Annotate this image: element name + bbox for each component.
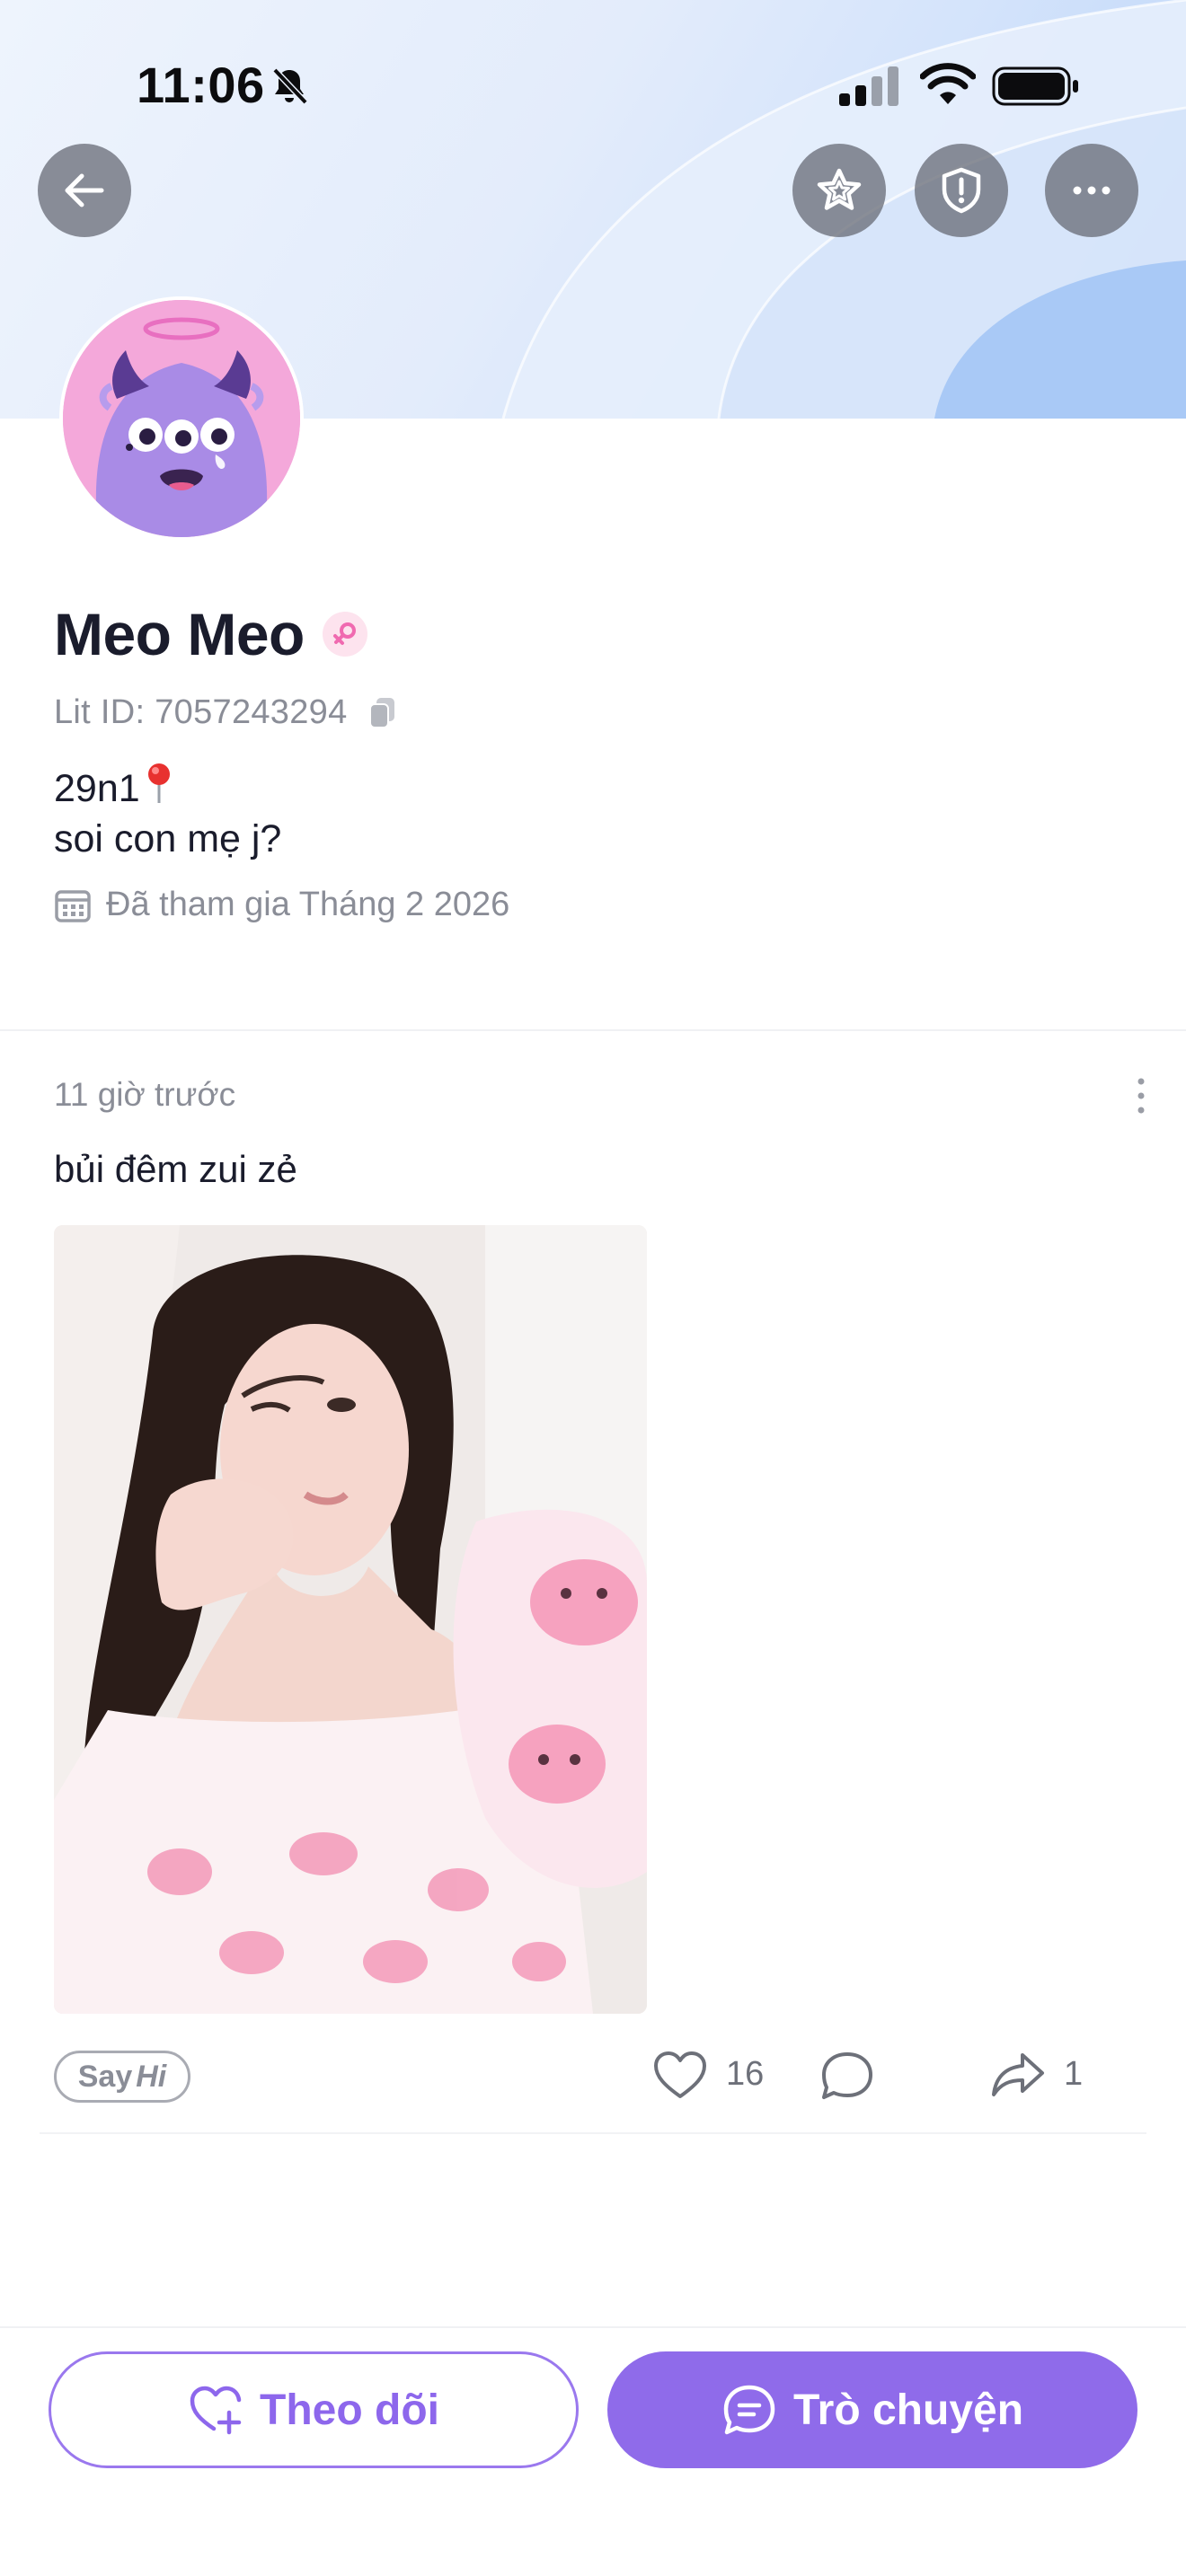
joined-date: Đã tham gia Tháng 2 2026 — [106, 886, 510, 923]
more-horizontal-icon — [1073, 186, 1111, 195]
bio-line-2: soi con mẹ j? — [54, 817, 282, 860]
post-divider — [40, 2132, 1146, 2134]
follow-button[interactable]: Theo dõi — [49, 2351, 579, 2468]
post-image[interactable] — [54, 1225, 647, 2014]
favorite-button[interactable] — [792, 144, 886, 237]
say-hi-hi-text: Hi — [136, 2059, 167, 2094]
battery-icon — [992, 66, 1078, 106]
report-button[interactable] — [915, 144, 1008, 237]
more-options-button[interactable] — [1045, 144, 1138, 237]
avatar-image — [63, 300, 300, 537]
post-photo-illustration — [54, 1225, 647, 2014]
calendar-icon — [55, 889, 91, 922]
share-icon[interactable] — [990, 2050, 1046, 2100]
chat-button-label: Trò chuyện — [792, 2386, 1024, 2434]
chat-bubble-icon — [723, 2385, 775, 2435]
copy-icon[interactable] — [367, 696, 398, 730]
star-icon — [817, 168, 862, 210]
profile-avatar[interactable] — [59, 296, 304, 541]
profile-name: Meo Meo — [54, 601, 305, 667]
post-text: bủi đêm zui zẻ — [54, 1148, 297, 1190]
wifi-icon — [920, 63, 976, 104]
cellular-signal-icon — [839, 66, 898, 106]
share-count: 1 — [1064, 2055, 1084, 2093]
pushpin-icon — [147, 763, 170, 803]
gender-badge — [322, 612, 367, 657]
heart-plus-icon — [190, 2386, 242, 2435]
back-button[interactable] — [38, 144, 131, 237]
female-symbol-icon — [332, 622, 356, 645]
post-more-vertical-icon[interactable] — [1123, 1074, 1159, 1117]
lit-id: Lit ID: 7057243294 — [54, 693, 348, 731]
follow-button-label: Theo dõi — [260, 2386, 439, 2434]
bio-line-1: 29n1 — [54, 762, 281, 814]
say-hi-say-text: Say — [77, 2059, 133, 2094]
post-timestamp: 11 giờ trước — [54, 1076, 236, 1113]
bio-line-1-text: 29n1 — [54, 767, 140, 810]
bottom-action-bar: Theo dõi Trò chuyện — [0, 2326, 1186, 2576]
section-divider — [0, 1029, 1186, 1031]
joined-date-row: Đã tham gia Tháng 2 2026 — [54, 886, 509, 924]
shield-alert-icon — [942, 167, 981, 214]
heart-icon[interactable] — [652, 2050, 708, 2102]
like-count: 16 — [726, 2055, 765, 2093]
status-time: 11:06 — [137, 57, 265, 113]
monster-avatar-illustration — [63, 300, 300, 537]
comment-icon[interactable] — [819, 2050, 875, 2102]
bell-off-icon — [272, 67, 308, 105]
profile-bio: 29n1 soi con mẹ j? — [54, 762, 281, 864]
chat-button[interactable]: Trò chuyện — [607, 2351, 1137, 2468]
say-hi-button[interactable]: Say Hi — [54, 2051, 190, 2103]
status-bar: 11:06 — [0, 0, 1186, 171]
profile-name-row: Meo Meo — [54, 600, 367, 668]
back-arrow-icon — [65, 173, 104, 207]
lit-id-row: Lit ID: 7057243294 — [54, 693, 398, 732]
